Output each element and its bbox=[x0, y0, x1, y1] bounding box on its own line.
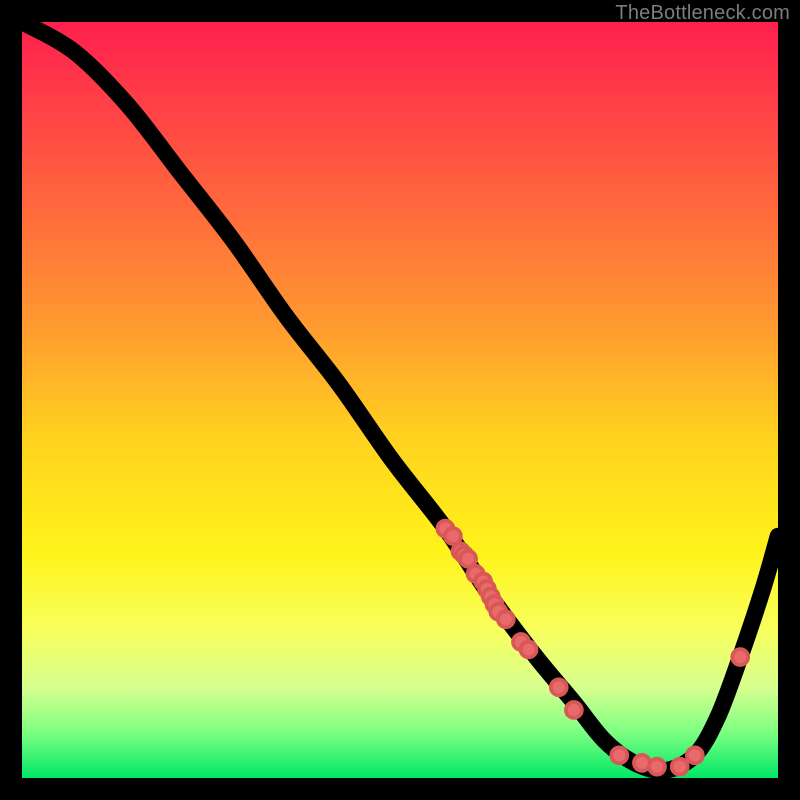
highlight-dot bbox=[611, 747, 627, 763]
highlight-dot bbox=[732, 649, 748, 665]
highlight-dot bbox=[551, 679, 567, 695]
highlight-dot bbox=[672, 759, 688, 775]
bottleneck-curve bbox=[22, 22, 778, 771]
plot-area bbox=[22, 22, 778, 778]
highlight-dot bbox=[649, 759, 665, 775]
highlight-dot bbox=[566, 702, 582, 718]
highlight-dot bbox=[498, 611, 514, 627]
chart-stage: TheBottleneck.com bbox=[0, 0, 800, 800]
highlight-dot bbox=[521, 642, 537, 658]
chart-svg bbox=[22, 22, 778, 778]
highlight-dot bbox=[687, 747, 703, 763]
